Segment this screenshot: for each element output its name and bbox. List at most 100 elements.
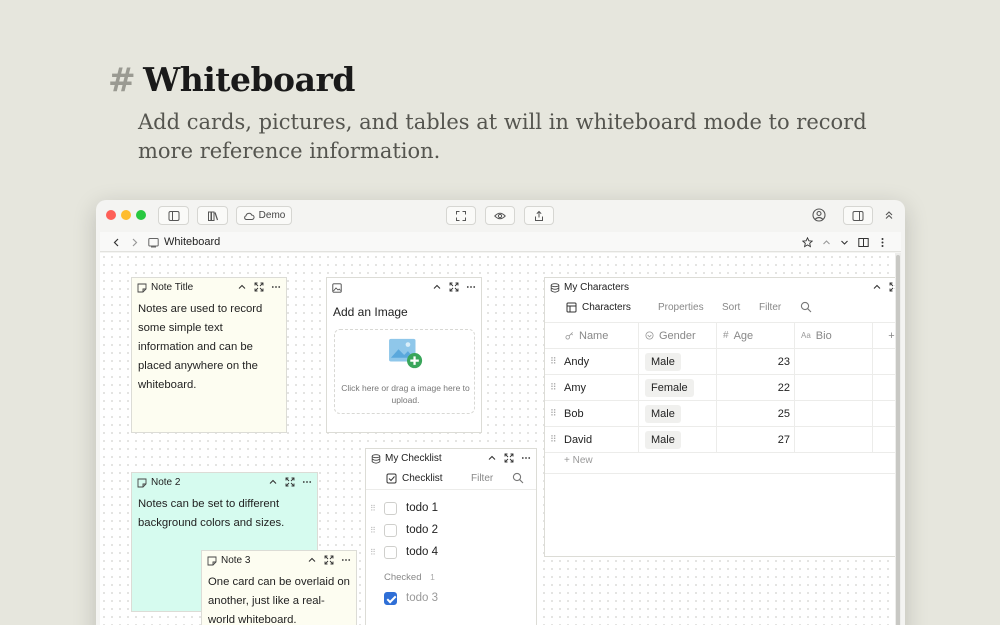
- todo-checkbox[interactable]: [384, 501, 397, 515]
- table-row[interactable]: ⠿ Amy Female 22: [545, 375, 898, 401]
- filter-button[interactable]: Filter: [759, 302, 781, 313]
- whiteboard-canvas[interactable]: Note Title Notes are used to record some…: [100, 253, 899, 625]
- checklist-filter-button[interactable]: Filter: [471, 473, 493, 484]
- toggle-right-panel-button[interactable]: [843, 206, 873, 225]
- zoom-window-button[interactable]: [136, 210, 146, 220]
- note-icon: [136, 477, 148, 489]
- chevron-up-icon: [433, 284, 441, 289]
- note-card-3[interactable]: Note 3 One card can be overlaid on anoth…: [201, 550, 357, 625]
- expand-button[interactable]: [323, 554, 335, 566]
- more-button[interactable]: [340, 554, 352, 566]
- split-view-button[interactable]: [856, 235, 870, 249]
- drag-handle-icon[interactable]: ⠿: [370, 504, 384, 513]
- image-upload-dropzone[interactable]: Click here or drag a image here to uploa…: [334, 329, 475, 414]
- toggle-sidebar-button[interactable]: [158, 206, 189, 225]
- expand-button[interactable]: [503, 452, 515, 464]
- cell-age[interactable]: 22: [717, 375, 795, 400]
- column-header-bio[interactable]: Aa Bio: [795, 323, 873, 348]
- checklist-title[interactable]: My Checklist: [385, 453, 442, 464]
- characters-database-card[interactable]: My Characters Characters Properties Sort…: [544, 277, 899, 557]
- column-header-gender[interactable]: Gender: [639, 323, 717, 348]
- vertical-scrollbar[interactable]: [895, 253, 901, 625]
- cell-name[interactable]: Amy: [545, 375, 639, 400]
- more-button[interactable]: [270, 281, 282, 293]
- more-button[interactable]: [301, 476, 313, 488]
- collapse-button[interactable]: [871, 281, 883, 293]
- checklist-view-tab[interactable]: Checklist: [386, 473, 443, 484]
- more-button[interactable]: [465, 281, 477, 293]
- cell-bio[interactable]: [795, 349, 873, 374]
- drag-handle-icon[interactable]: ⠿: [370, 548, 384, 557]
- checklist-item[interactable]: ⠿ todo 2: [366, 519, 438, 541]
- close-window-button[interactable]: [106, 210, 116, 220]
- note-2-title[interactable]: Note 2: [151, 477, 180, 488]
- previous-result-button[interactable]: [819, 235, 833, 249]
- checklist-item[interactable]: ⠿ todo 4: [366, 541, 438, 563]
- cell-name[interactable]: Bob: [545, 401, 639, 426]
- checked-item[interactable]: todo 3: [366, 587, 438, 609]
- table-row[interactable]: ⠿ Bob Male 25: [545, 401, 898, 427]
- note-3-title[interactable]: Note 3: [221, 555, 250, 566]
- todo-label[interactable]: todo 4: [406, 546, 438, 558]
- fullscreen-button[interactable]: [446, 206, 476, 225]
- expand-button[interactable]: [448, 281, 460, 293]
- forward-button[interactable]: [127, 235, 141, 249]
- sort-button[interactable]: Sort: [722, 302, 740, 313]
- workspace-button[interactable]: Demo: [236, 206, 292, 225]
- note-card-1[interactable]: Note Title Notes are used to record some…: [131, 277, 287, 433]
- cell-gender[interactable]: Male: [639, 401, 717, 426]
- note-1-body[interactable]: Notes are used to record some simple tex…: [132, 297, 286, 432]
- todo-checkbox-checked[interactable]: [384, 591, 397, 605]
- cell-gender[interactable]: Male: [639, 349, 717, 374]
- table-row[interactable]: ⠿ Andy Male 23: [545, 349, 898, 375]
- select-icon: [645, 331, 654, 340]
- more-options-button[interactable]: [875, 235, 889, 249]
- text-icon: Aa: [801, 331, 811, 340]
- cell-name[interactable]: Andy: [545, 349, 639, 374]
- todo-label[interactable]: todo 3: [406, 592, 438, 604]
- cell-bio[interactable]: [795, 375, 873, 400]
- properties-button[interactable]: Properties: [658, 302, 704, 313]
- minimize-window-button[interactable]: [121, 210, 131, 220]
- drag-handle-icon[interactable]: ⠿: [370, 526, 384, 535]
- note-1-title[interactable]: Note Title: [151, 282, 193, 293]
- breadcrumb-whiteboard[interactable]: Whiteboard: [164, 236, 220, 248]
- new-row-button[interactable]: + New: [545, 448, 898, 474]
- cell-gender[interactable]: Female: [639, 375, 717, 400]
- collapse-toolbar-button[interactable]: [881, 207, 897, 223]
- column-header-name[interactable]: Name: [545, 323, 639, 348]
- image-card[interactable]: Add an Image Click here or drag a image …: [326, 277, 482, 433]
- collapse-button[interactable]: [486, 452, 498, 464]
- scrollbar-thumb[interactable]: [896, 255, 900, 625]
- account-button[interactable]: [811, 207, 827, 223]
- todo-label[interactable]: todo 1: [406, 502, 438, 514]
- image-card-title[interactable]: Add an Image: [333, 305, 408, 319]
- collapse-button[interactable]: [431, 281, 443, 293]
- more-button[interactable]: [520, 452, 532, 464]
- column-header-age[interactable]: # Age: [717, 323, 795, 348]
- checklist-card[interactable]: My Checklist Checklist Filter ⠿ todo 1 ⠿ to…: [365, 448, 537, 625]
- preview-button[interactable]: [485, 206, 515, 225]
- characters-search-button[interactable]: [800, 301, 812, 313]
- share-button[interactable]: [524, 206, 554, 225]
- characters-view-tab[interactable]: Characters: [566, 302, 631, 313]
- cell-age[interactable]: 23: [717, 349, 795, 374]
- collapse-button[interactable]: [236, 281, 248, 293]
- expand-button[interactable]: [253, 281, 265, 293]
- collapse-button[interactable]: [267, 476, 279, 488]
- characters-title[interactable]: My Characters: [564, 282, 629, 293]
- cell-bio[interactable]: [795, 401, 873, 426]
- note-3-body[interactable]: One card can be overlaid on another, jus…: [202, 570, 356, 625]
- todo-checkbox[interactable]: [384, 545, 397, 559]
- next-result-button[interactable]: [837, 235, 851, 249]
- favorite-button[interactable]: [800, 235, 814, 249]
- library-button[interactable]: [197, 206, 228, 225]
- checklist-search-button[interactable]: [512, 472, 524, 484]
- todo-label[interactable]: todo 2: [406, 524, 438, 536]
- todo-checkbox[interactable]: [384, 523, 397, 537]
- back-button[interactable]: [109, 235, 123, 249]
- cell-age[interactable]: 25: [717, 401, 795, 426]
- checklist-item[interactable]: ⠿ todo 1: [366, 497, 438, 519]
- collapse-button[interactable]: [306, 554, 318, 566]
- expand-button[interactable]: [284, 476, 296, 488]
